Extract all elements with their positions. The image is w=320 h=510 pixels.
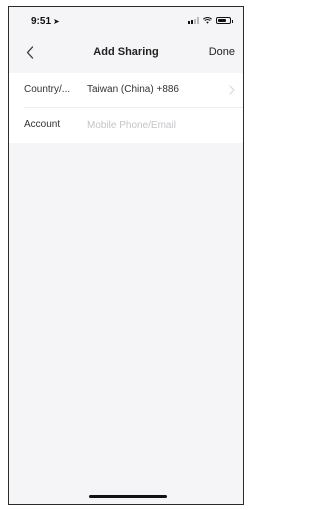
account-label: Account	[24, 119, 61, 130]
location-arrow-icon: ➤	[53, 17, 60, 26]
status-time: 9:51 ➤	[31, 16, 60, 27]
account-input[interactable]	[87, 116, 227, 134]
account-row: Account	[9, 108, 243, 143]
country-label: Country/...	[24, 84, 71, 95]
status-time-text: 9:51	[31, 16, 52, 27]
country-value: Taiwan (China) +886	[87, 84, 179, 95]
status-icons	[188, 17, 233, 24]
navigation-bar: Add Sharing Done	[9, 35, 243, 69]
status-bar: 9:51 ➤	[9, 7, 243, 35]
country-row[interactable]: Country/... Taiwan (China) +886	[9, 73, 243, 108]
chevron-right-icon	[229, 85, 235, 95]
phone-screen: 9:51 ➤ Add Sharing Done Country/... Taiw…	[8, 6, 244, 505]
sharing-form: Country/... Taiwan (China) +886 Account	[9, 73, 243, 143]
done-button[interactable]: Done	[209, 46, 235, 58]
battery-icon	[216, 17, 233, 24]
wifi-icon	[203, 17, 212, 24]
cellular-signal-icon	[188, 17, 199, 24]
home-indicator[interactable]	[89, 495, 167, 498]
